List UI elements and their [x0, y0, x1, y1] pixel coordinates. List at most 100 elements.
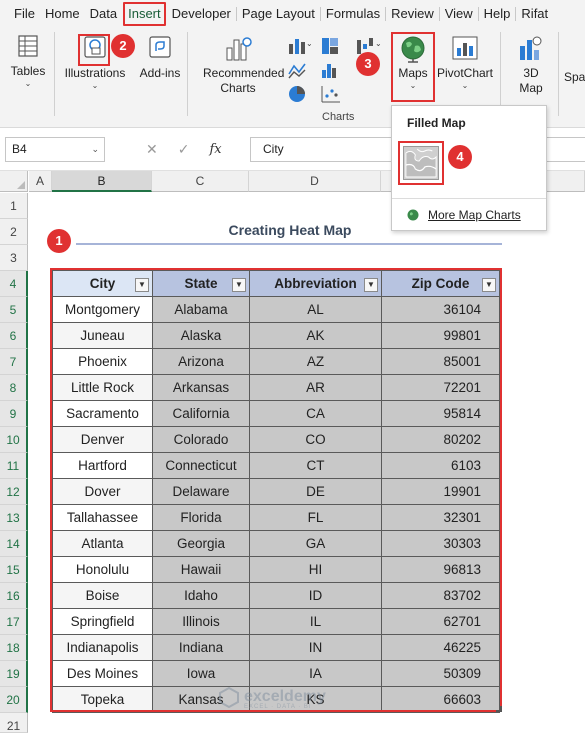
recommended-charts-label: Recommended Charts: [203, 66, 285, 95]
tab-rifat[interactable]: Rifat: [516, 0, 553, 28]
row-header-4[interactable]: 4: [0, 271, 28, 297]
column-chart-icon[interactable]: ⌄: [287, 36, 311, 56]
illustrations-highlight: [78, 34, 110, 66]
exceldemy-logo-icon: [219, 686, 239, 708]
chevron-down-icon: ⌄: [461, 81, 469, 90]
formula-controls: ✕ ✓ fx: [132, 137, 248, 162]
row-header-17[interactable]: 17: [0, 609, 28, 635]
panel-divider: [392, 198, 546, 199]
callout-badge-4: 4: [448, 145, 472, 169]
table-icon: [18, 35, 38, 57]
row-header-2[interactable]: 2: [0, 219, 28, 245]
row-header-16[interactable]: 16: [0, 583, 28, 609]
tab-view[interactable]: View: [440, 0, 478, 28]
sparklines-button[interactable]: Spa: [564, 70, 585, 85]
tab-insert[interactable]: Insert: [123, 2, 166, 26]
addins-label: Add-ins: [139, 66, 181, 80]
insert-function-icon[interactable]: fx: [209, 142, 221, 157]
scatter-chart-icon[interactable]: [320, 84, 344, 104]
3d-map-label: 3D Map: [519, 66, 543, 95]
illustrations-label: Illustrations: [64, 66, 126, 80]
recommended-charts-icon: [226, 37, 252, 61]
ribbon-divider: [187, 32, 188, 116]
menu-tab-bar: File Home Data Insert Developer Page Lay…: [0, 0, 585, 28]
ribbon-divider: [558, 32, 559, 116]
charts-group-label: Charts: [322, 111, 355, 123]
column-header-d[interactable]: D: [249, 171, 381, 192]
column-header-c[interactable]: C: [152, 171, 249, 192]
filled-map-heading: Filled Map: [407, 116, 466, 130]
column-header-a[interactable]: A: [29, 171, 52, 192]
maps-dropdown-panel: Filled Map More Map Charts: [391, 105, 547, 231]
tab-formulas[interactable]: Formulas: [321, 0, 385, 28]
watermark-tagline: EXCEL · DATA · BI: [244, 704, 312, 710]
addins-button[interactable]: Add-ins: [138, 34, 182, 81]
chevron-down-icon: ⌄: [91, 81, 99, 90]
row-header-10[interactable]: 10: [0, 427, 28, 453]
exceldemy-watermark: exceldemy EXCEL · DATA · BI: [218, 686, 326, 710]
tables-label: Tables: [10, 64, 46, 78]
row-header-14[interactable]: 14: [0, 531, 28, 557]
sheet-title: Creating Heat Map: [228, 222, 352, 238]
row-header-6[interactable]: 6: [0, 323, 28, 349]
name-box[interactable]: B4 ⌄: [5, 137, 105, 162]
globe-small-icon: [407, 209, 419, 221]
column-header-b[interactable]: B: [52, 171, 152, 192]
row-header-19[interactable]: 19: [0, 661, 28, 687]
svg-text:⌄: ⌄: [306, 39, 311, 48]
recommended-charts-button[interactable]: Recommended Charts: [194, 34, 285, 96]
table-highlight: [50, 268, 502, 712]
enter-icon[interactable]: ✓: [178, 141, 190, 158]
maps-highlight: [391, 32, 435, 102]
hierarchy-chart-icon[interactable]: [320, 36, 344, 56]
row-header-18[interactable]: 18: [0, 635, 28, 661]
formula-input-value: City: [263, 142, 284, 156]
row-header-20[interactable]: 20: [0, 687, 28, 713]
row-header-1[interactable]: 1: [0, 193, 28, 219]
row-header-3[interactable]: 3: [0, 245, 28, 271]
3d-map-button[interactable]: 3D Map: [508, 34, 554, 96]
tab-file[interactable]: File: [9, 0, 40, 28]
filled-map-option[interactable]: [398, 141, 444, 185]
tab-page-layout[interactable]: Page Layout: [237, 0, 320, 28]
row-header-7[interactable]: 7: [0, 349, 28, 375]
tab-review[interactable]: Review: [386, 0, 439, 28]
3d-map-icon: [520, 36, 542, 60]
more-map-charts-link[interactable]: More Map Charts: [406, 208, 521, 222]
row-header-13[interactable]: 13: [0, 505, 28, 531]
row-header-8[interactable]: 8: [0, 375, 28, 401]
pivotchart-button[interactable]: PivotChart ⌄: [434, 34, 496, 91]
pivotchart-icon: [452, 36, 478, 60]
row-header-21[interactable]: 21: [0, 713, 28, 733]
table-resize-handle[interactable]: [496, 706, 502, 712]
svg-text:⌄: ⌄: [375, 39, 382, 48]
title-underline: [76, 243, 502, 245]
tables-button[interactable]: Tables ⌄: [8, 34, 48, 89]
more-map-charts-label: More Map Charts: [428, 208, 521, 222]
tab-help[interactable]: Help: [479, 0, 516, 28]
ribbon-divider: [54, 32, 55, 116]
statistic-chart-icon[interactable]: [320, 60, 344, 80]
pie-chart-icon[interactable]: [287, 84, 311, 104]
chevron-down-icon: ⌄: [24, 79, 32, 88]
tab-home[interactable]: Home: [40, 0, 85, 28]
name-box-value: B4: [12, 142, 27, 156]
row-header-5[interactable]: 5: [0, 297, 28, 323]
ribbon-divider: [500, 32, 501, 116]
row-header-9[interactable]: 9: [0, 401, 28, 427]
callout-badge-2: 2: [111, 34, 135, 58]
pivotchart-label: PivotChart: [436, 66, 494, 80]
tab-data[interactable]: Data: [85, 0, 122, 28]
cancel-icon[interactable]: ✕: [146, 141, 158, 158]
line-chart-icon[interactable]: [287, 60, 311, 80]
sparklines-label: Spa: [564, 70, 585, 84]
row-header-12[interactable]: 12: [0, 479, 28, 505]
chevron-down-icon[interactable]: ⌄: [91, 138, 99, 161]
callout-badge-1: 1: [47, 229, 71, 253]
filled-map-thumbnail-icon: [403, 146, 439, 180]
row-header-11[interactable]: 11: [0, 453, 28, 479]
select-all-button[interactable]: [0, 171, 28, 192]
tab-developer[interactable]: Developer: [167, 0, 236, 28]
row-header-15[interactable]: 15: [0, 557, 28, 583]
callout-badge-3: 3: [356, 52, 380, 76]
